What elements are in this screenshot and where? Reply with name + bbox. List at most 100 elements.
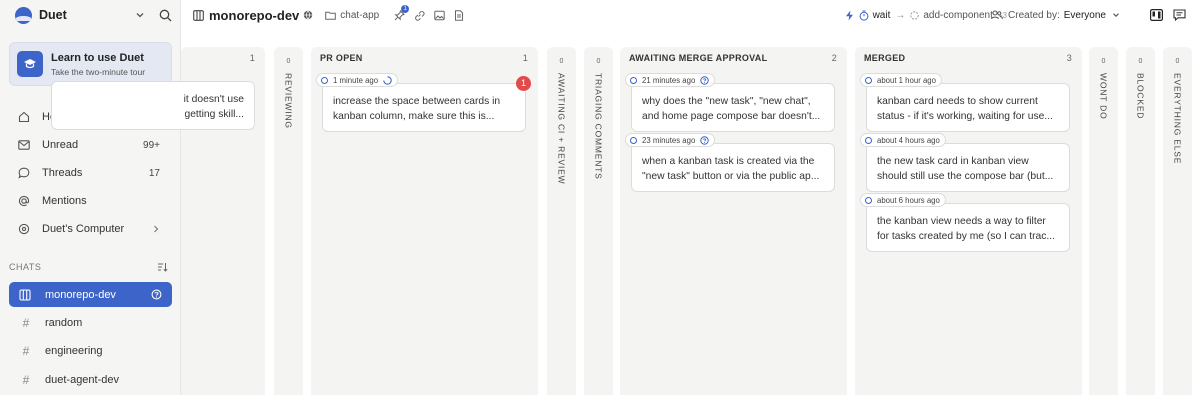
workspace-header[interactable]: Duet (0, 0, 180, 30)
kanban-view-icon[interactable] (1150, 9, 1163, 21)
hash-icon: # (22, 343, 30, 358)
document-icon[interactable] (454, 9, 464, 21)
nav-label: Mentions (42, 195, 87, 207)
column-title: AWAITING MERGE APPROVAL (629, 53, 768, 63)
link-icon[interactable] (414, 10, 425, 21)
card-text-line: should still use the compose bar (but... (877, 171, 1054, 182)
column-title: BLOCKED (1135, 73, 1146, 120)
chevron-down-icon[interactable] (135, 10, 145, 20)
created-by-filter[interactable]: Created by: Everyone (991, 0, 1120, 30)
kanban-card[interactable]: kanban card needs to show current status… (866, 83, 1070, 132)
unread-count: 99+ (143, 139, 160, 151)
view-toggles (1140, 0, 1186, 30)
collapsed-column-reviewing[interactable]: 0 REVIEWING (274, 47, 303, 395)
kanban-card[interactable]: it doesn't use getting skill... (51, 81, 255, 130)
search-icon[interactable] (159, 9, 172, 22)
timestamp-text: 1 minute ago (333, 75, 379, 85)
kanban-card[interactable]: when a kanban task is created via the "n… (631, 143, 835, 192)
timestamp-text: about 6 hours ago (877, 195, 940, 205)
nav-threads[interactable]: Threads 17 (9, 160, 172, 186)
at-icon (17, 195, 31, 207)
kanban-card[interactable]: the new task card in kanban view should … (866, 143, 1070, 192)
pin-icon[interactable]: 1 (394, 4, 410, 21)
globe-icon[interactable] (303, 10, 313, 20)
card-text-line: for tasks created by me (so I can trac..… (877, 231, 1055, 242)
card-text-line: kanban column, make sure this is... (333, 111, 495, 122)
kanban-board-icon (193, 9, 204, 21)
column-count: 0 (1138, 58, 1143, 65)
spinner-icon (383, 75, 392, 85)
chat-label: random (45, 316, 83, 329)
hash-icon: # (22, 372, 30, 387)
nav-label: Threads (42, 167, 83, 179)
notification-badge: 1 (516, 76, 531, 91)
onboarding-promo[interactable]: Learn to use Duet Take the two-minute to… (9, 42, 172, 86)
card-timestamp: about 1 hour ago (860, 73, 942, 87)
breadcrumb[interactable]: chat-app (325, 10, 379, 21)
collapsed-column-wont-do[interactable]: 0 WONT DO (1089, 47, 1118, 395)
nav-duets-computer[interactable]: Duet's Computer (9, 216, 172, 242)
kanban-card[interactable]: increase the space between cards in kanb… (322, 83, 526, 132)
chat-view-icon[interactable] (1173, 9, 1186, 21)
timer-icon (859, 10, 869, 21)
kanban-column-merged: MERGED 3 kanban card needs to show curren… (855, 47, 1082, 395)
status-pending-icon (910, 10, 920, 20)
card-timestamp: 23 minutes ago (625, 133, 716, 147)
card-text-line: the new task card in kanban view (877, 156, 1029, 167)
chevron-down-icon (1112, 11, 1120, 19)
duet-logo-icon (15, 6, 32, 24)
card-text-line: getting skill... (184, 109, 244, 120)
computer-icon (17, 223, 31, 235)
card-text-line: and home page compose bar doesn't... (642, 111, 821, 122)
status-dot-icon (865, 136, 872, 144)
arrow-right-icon: → (895, 9, 906, 21)
nav-mentions[interactable]: Mentions (9, 188, 172, 214)
kanban-card[interactable]: why does the "new task", "new chat", and… (631, 83, 835, 132)
chat-label: monorepo-dev (45, 288, 116, 301)
image-icon[interactable] (434, 10, 445, 21)
timestamp-text: about 1 hour ago (877, 75, 936, 85)
column-title: MERGED (864, 53, 906, 63)
chat-item-monorepo-dev[interactable]: monorepo-dev (9, 282, 172, 307)
column-count: 3 (1066, 53, 1072, 63)
column-title: PR OPEN (320, 53, 363, 63)
column-count: 1 (522, 53, 528, 63)
collapsed-column-awaiting-ci-review[interactable]: 0 AWAITING CI + REVIEW (547, 47, 576, 395)
sidebar: Duet Learn to use Duet Take the two-minu… (0, 0, 181, 395)
workspace-name: Duet (39, 8, 67, 22)
kanban-column: 1 it doesn't use getting skill... (51, 47, 265, 395)
chat-item-duet-agent-dev[interactable]: # duet-agent-dev (9, 367, 172, 392)
agent-status[interactable]: wait → add-component +3 (845, 0, 1007, 30)
chat-item-engineering[interactable]: # engineering (9, 338, 172, 363)
promo-title: Learn to use Duet (51, 51, 144, 64)
sort-icon[interactable] (157, 262, 168, 272)
collapsed-column-triaging-comments[interactable]: 0 TRIAGING COMMENTS (584, 47, 613, 395)
nav-unread[interactable]: Unread 99+ (9, 132, 172, 158)
status-current: wait (872, 9, 891, 21)
column-count: 1 (249, 53, 255, 63)
card-timestamp: about 4 hours ago (860, 133, 946, 147)
nav-label: Duet's Computer (42, 223, 125, 235)
chevron-right-icon (152, 224, 160, 234)
column-count: 2 (831, 53, 837, 63)
column-title: AWAITING CI + REVIEW (556, 73, 567, 185)
chat-bubble-icon (17, 167, 31, 179)
column-count: 0 (596, 58, 601, 65)
card-text-line: status - if it's working, waiting for us… (877, 111, 1053, 122)
card-text-line: the kanban view needs a way to filter (877, 216, 1046, 227)
collapsed-column-blocked[interactable]: 0 BLOCKED (1126, 47, 1155, 395)
collapsed-column-everything-else[interactable]: 0 EVERYTHING ELSE (1163, 47, 1192, 395)
chats-header-label: CHATS (9, 262, 42, 272)
column-count: 0 (1101, 58, 1106, 65)
promo-subtitle: Take the two-minute tour (51, 66, 146, 77)
repo-title: monorepo-dev (209, 7, 300, 23)
card-text-line: kanban card needs to show current (877, 96, 1038, 107)
column-count: 0 (559, 58, 564, 65)
kanban-card[interactable]: the kanban view needs a way to filter fo… (866, 203, 1070, 252)
column-title: TRIAGING COMMENTS (593, 73, 604, 180)
chat-item-random[interactable]: # random (9, 310, 172, 335)
lightning-icon (845, 10, 854, 21)
column-title: REVIEWING (283, 73, 294, 129)
chat-status-icon (151, 289, 162, 300)
hash-icon: # (22, 315, 30, 330)
